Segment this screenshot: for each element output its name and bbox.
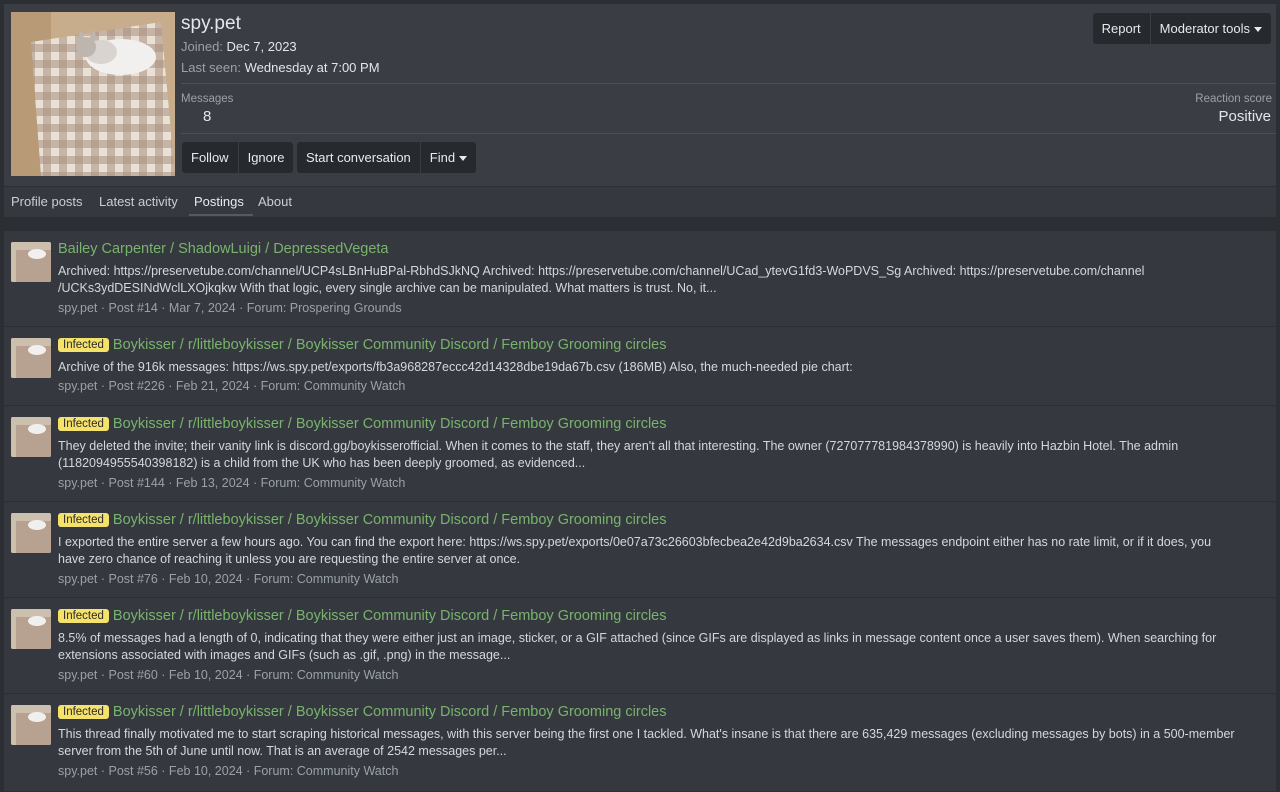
list-item: Infected Boykisser / r/littleboykisser / … — [4, 597, 1276, 694]
snippet-line: server from the 5th of June until now. T… — [58, 744, 507, 758]
avatar[interactable] — [11, 12, 175, 176]
messages-count[interactable]: 8 — [203, 108, 211, 125]
snippet-line: Archive of the 916k messages: https://ws… — [58, 360, 853, 374]
avatar-image — [11, 338, 51, 378]
avatar-image — [11, 513, 51, 553]
result-title[interactable]: Infected Boykisser / r/littleboykisser / … — [58, 704, 666, 720]
thread-title: Boykisser / r/littleboykisser / Boykisse… — [112, 416, 667, 432]
report-button[interactable]: Report — [1093, 13, 1151, 44]
result-meta: spy.pet · Post #14 · Mar 7, 2024 · Forum… — [58, 301, 402, 315]
thread-title: Bailey Carpenter / ShadowLuigi / Depress… — [58, 241, 389, 257]
prefix-badge: Infected — [58, 513, 109, 527]
avatar-image — [11, 417, 51, 457]
result-snippet: 8.5% of messages had a length of 0, indi… — [58, 630, 1238, 664]
reaction-score-value: Positive — [1218, 108, 1271, 125]
moderator-tools-label: Moderator tools — [1159, 21, 1250, 36]
prefix-badge: Infected — [58, 338, 109, 352]
thread-title: Boykisser / r/littleboykisser / Boykisse… — [112, 512, 667, 528]
conversation-find-group: Start conversation Find — [297, 142, 477, 173]
result-title[interactable]: Infected Boykisser / r/littleboykisser / … — [58, 512, 666, 528]
divider — [181, 83, 1276, 84]
tab-latest-activity[interactable]: Latest activity — [99, 194, 178, 209]
moderator-tools-button[interactable]: Moderator tools — [1151, 13, 1271, 44]
result-meta: spy.pet · Post #60 · Feb 10, 2024 · Foru… — [58, 668, 399, 682]
profile-card: spy.pet Joined: Dec 7, 2023 Last seen: W… — [4, 4, 1276, 216]
joined-value: Dec 7, 2023 — [226, 39, 297, 54]
avatar[interactable] — [11, 513, 51, 553]
avatar[interactable] — [11, 705, 51, 745]
list-item: Infected Boykisser / r/littleboykisser / … — [4, 501, 1276, 598]
avatar-image — [11, 12, 175, 176]
result-meta: spy.pet · Post #226 · Feb 21, 2024 · For… — [58, 379, 406, 393]
avatar[interactable] — [11, 338, 51, 378]
messages-label: Messages — [181, 93, 234, 105]
thread-title: Boykisser / r/littleboykisser / Boykisse… — [112, 704, 667, 720]
snippet-line: 8.5% of messages had a length of 0, indi… — [58, 631, 1217, 645]
chevron-down-icon — [1254, 27, 1262, 33]
list-item: Bailey Carpenter / ShadowLuigi / Depress… — [4, 230, 1276, 327]
postings-list: Bailey Carpenter / ShadowLuigi / Depress… — [4, 230, 1276, 791]
result-title[interactable]: Infected Boykisser / r/littleboykisser / … — [58, 608, 666, 624]
snippet-line: have zero chance of reaching it unless y… — [58, 552, 521, 566]
chevron-down-icon — [459, 156, 468, 162]
list-item: Infected Boykisser / r/littleboykisser / … — [4, 405, 1276, 502]
moderation-group: Report Moderator tools — [1092, 13, 1271, 44]
last-seen-value: Wednesday at 7:00 PM — [244, 60, 380, 75]
result-snippet: This thread finally motivated me to star… — [58, 726, 1238, 760]
result-meta: spy.pet · Post #56 · Feb 10, 2024 · Foru… — [58, 764, 399, 778]
snippet-line: I exported the entire server a few hours… — [58, 535, 1212, 549]
thread-title: Boykisser / r/littleboykisser / Boykisse… — [112, 608, 667, 624]
reaction-score-label: Reaction score — [1195, 93, 1272, 105]
avatar[interactable] — [11, 417, 51, 457]
joined-label: Joined: — [181, 39, 223, 54]
result-snippet: Archive of the 916k messages: https://ws… — [58, 359, 1238, 376]
snippet-line: extensions associated with images and GI… — [58, 648, 511, 662]
snippet-line: This thread finally motivated me to star… — [58, 727, 1235, 741]
last-seen-line: Last seen: Wednesday at 7:00 PM — [181, 60, 380, 75]
follow-ignore-group: Follow Ignore — [182, 142, 294, 173]
result-meta: spy.pet · Post #144 · Feb 13, 2024 · For… — [58, 476, 406, 490]
snippet-line: They deleted the invite; their vanity li… — [58, 439, 1179, 453]
result-title[interactable]: Infected Boykisser / r/littleboykisser / … — [58, 337, 666, 353]
avatar-image — [11, 609, 51, 649]
list-item: Infected Boykisser / r/littleboykisser / … — [4, 326, 1276, 406]
tab-profile-posts[interactable]: Profile posts — [11, 194, 83, 209]
tab-about[interactable]: About — [258, 194, 292, 209]
follow-button[interactable]: Follow — [182, 142, 239, 173]
divider — [181, 133, 1276, 134]
snippet-line: /UCKs3ydDESINdWclLXOjkqkw With that logi… — [58, 281, 717, 295]
prefix-badge: Infected — [58, 417, 109, 431]
thread-title: Boykisser / r/littleboykisser / Boykisse… — [112, 337, 667, 353]
last-seen-label: Last seen: — [181, 60, 241, 75]
result-meta: spy.pet · Post #76 · Feb 10, 2024 · Foru… — [58, 572, 399, 586]
snippet-line: Archived: https://preservetube.com/chann… — [58, 264, 1145, 278]
start-conversation-button[interactable]: Start conversation — [297, 142, 421, 173]
result-title[interactable]: Bailey Carpenter / ShadowLuigi / Depress… — [58, 241, 388, 257]
avatar[interactable] — [11, 609, 51, 649]
avatar[interactable] — [11, 242, 51, 282]
tab-postings[interactable]: Postings — [194, 194, 244, 209]
profile-tabs: Profile posts Latest activity Postings A… — [4, 186, 1276, 217]
find-label: Find — [429, 150, 456, 165]
prefix-badge: Infected — [58, 609, 109, 623]
result-snippet: They deleted the invite; their vanity li… — [58, 438, 1238, 472]
ignore-button[interactable]: Ignore — [239, 142, 294, 173]
list-item: Infected Boykisser / r/littleboykisser / … — [4, 693, 1276, 792]
snippet-line: (1182094955540398182) is a child from th… — [58, 456, 586, 470]
find-menu-button[interactable]: Find — [421, 142, 476, 173]
prefix-badge: Infected — [58, 705, 109, 719]
avatar-image — [11, 705, 51, 745]
username: spy.pet — [181, 13, 241, 34]
result-snippet: Archived: https://preservetube.com/chann… — [58, 263, 1238, 297]
result-snippet: I exported the entire server a few hours… — [58, 534, 1238, 568]
result-title[interactable]: Infected Boykisser / r/littleboykisser / … — [58, 416, 666, 432]
avatar-image — [11, 242, 51, 282]
active-tab-indicator — [189, 214, 253, 216]
joined-line: Joined: Dec 7, 2023 — [181, 39, 297, 54]
